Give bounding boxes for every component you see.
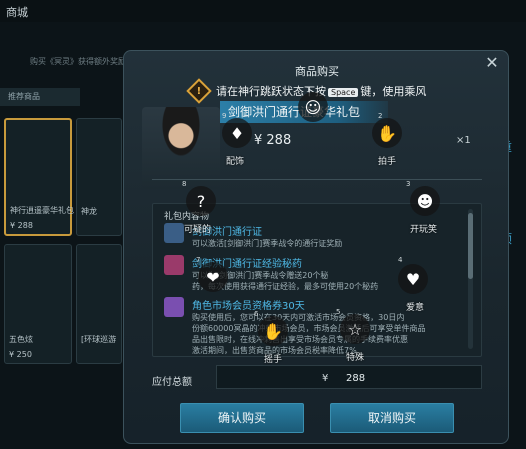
emote-label: 拍手 — [378, 157, 397, 167]
confirm-purchase-button[interactable]: 确认购买 — [180, 403, 304, 433]
store-card[interactable]: 五色炫 ¥ 250 — [4, 244, 72, 364]
item-desc: 品出售限时，在线冲刺售出享受市场会员专属的手续费率优惠 — [192, 335, 408, 344]
store-card[interactable]: [环球巡游 — [76, 244, 122, 364]
question-icon[interactable]: ? — [186, 186, 216, 216]
wave-icon[interactable]: ✋ — [258, 316, 288, 346]
heart-icon[interactable]: ♥ — [398, 264, 428, 294]
laugh-icon[interactable]: ☻ — [410, 186, 440, 216]
item-desc: 份额60000冥晶的冲刺市场会员，市场会员激活后可享受单件商品 — [192, 324, 426, 333]
product-quantity: ×1 — [456, 135, 471, 146]
cancel-purchase-button[interactable]: 取消购买 — [330, 403, 454, 433]
emote-slot-number: 6 — [254, 310, 259, 318]
store-card-price: ¥ 250 — [9, 350, 32, 359]
clap-icon[interactable]: ✋ — [372, 118, 402, 148]
kiss-icon[interactable]: ❤ — [198, 262, 228, 292]
product-price: ¥ 288 — [254, 133, 292, 148]
emote-slot-number: 4 — [398, 256, 403, 264]
store-card-price: ¥ 288 — [10, 221, 33, 230]
emote-slot-number: 5 — [336, 308, 341, 316]
store-topbar — [0, 0, 526, 22]
total-label: 应付总额 — [152, 377, 192, 388]
store-card-caption: 五色炫 — [9, 335, 33, 344]
item-desc: 可以激活[剑御洪门]赛季战令的通行证奖励 — [192, 239, 343, 248]
product-name: 剑御洪门通行证豪华礼包 — [228, 105, 361, 119]
item-name: 剑御洪门通行证 — [192, 227, 262, 238]
warning-icon: ! — [186, 78, 212, 104]
ticket-icon — [164, 297, 184, 317]
store-card-caption: [环球巡游 — [81, 335, 117, 344]
space-key-badge: Space — [328, 87, 359, 97]
emote-label: 可疑的 — [184, 225, 212, 235]
emote-slot-number: 3 — [406, 180, 411, 188]
potion-icon — [164, 255, 184, 275]
item-name: 角色市场会员资格券30天 — [192, 301, 305, 312]
pass-icon — [164, 223, 184, 243]
store-card[interactable]: 神龙 — [76, 118, 122, 236]
emote-slot-number: 8 — [182, 180, 187, 188]
store-card[interactable]: 神行逍遥豪华礼包 ¥ 288 — [4, 118, 74, 236]
dialog-title: 商品购买 — [295, 65, 339, 78]
emote-label: 爱意 — [406, 303, 425, 313]
close-button[interactable]: ✕ — [482, 53, 502, 73]
tab-recommended[interactable]: 推荐商品 — [0, 88, 80, 106]
store-subtitle: 购买《冥灵》获得额外奖励 — [30, 57, 126, 66]
emote-label: 摇手 — [264, 355, 283, 365]
divider — [152, 179, 482, 180]
star-icon[interactable]: ☆ — [340, 314, 370, 344]
item-desc: 激活期间，出售货商品的市场会员税率降低7% — [192, 346, 357, 355]
smile-icon[interactable]: ☺ — [298, 92, 328, 122]
emote-slot-number: 9 — [222, 112, 227, 120]
product-image — [142, 107, 220, 189]
list-item: 角色市场会员资格券30天 购买使用后，您可以在30天内可激活市场会员资格，30日… — [164, 297, 425, 356]
store-title: 商城 — [6, 6, 28, 19]
total-amount: 288 — [346, 373, 366, 384]
accessory-icon[interactable]: ♦ — [222, 118, 252, 148]
item-desc: 购买使用后，您可以在30天内可激活市场会员资格，30日内 — [192, 313, 405, 322]
scrollbar-thumb[interactable] — [468, 213, 473, 279]
emote-slot-number: 7 — [196, 256, 201, 264]
store-card-caption: 神龙 — [81, 207, 97, 216]
currency-symbol: ¥ — [322, 373, 329, 384]
emote-label: 开玩笑 — [410, 225, 438, 235]
emote-label: 特殊 — [346, 353, 365, 363]
emote-label: 配饰 — [226, 157, 245, 167]
store-card-caption: 神行逍遥豪华礼包 — [10, 206, 74, 215]
